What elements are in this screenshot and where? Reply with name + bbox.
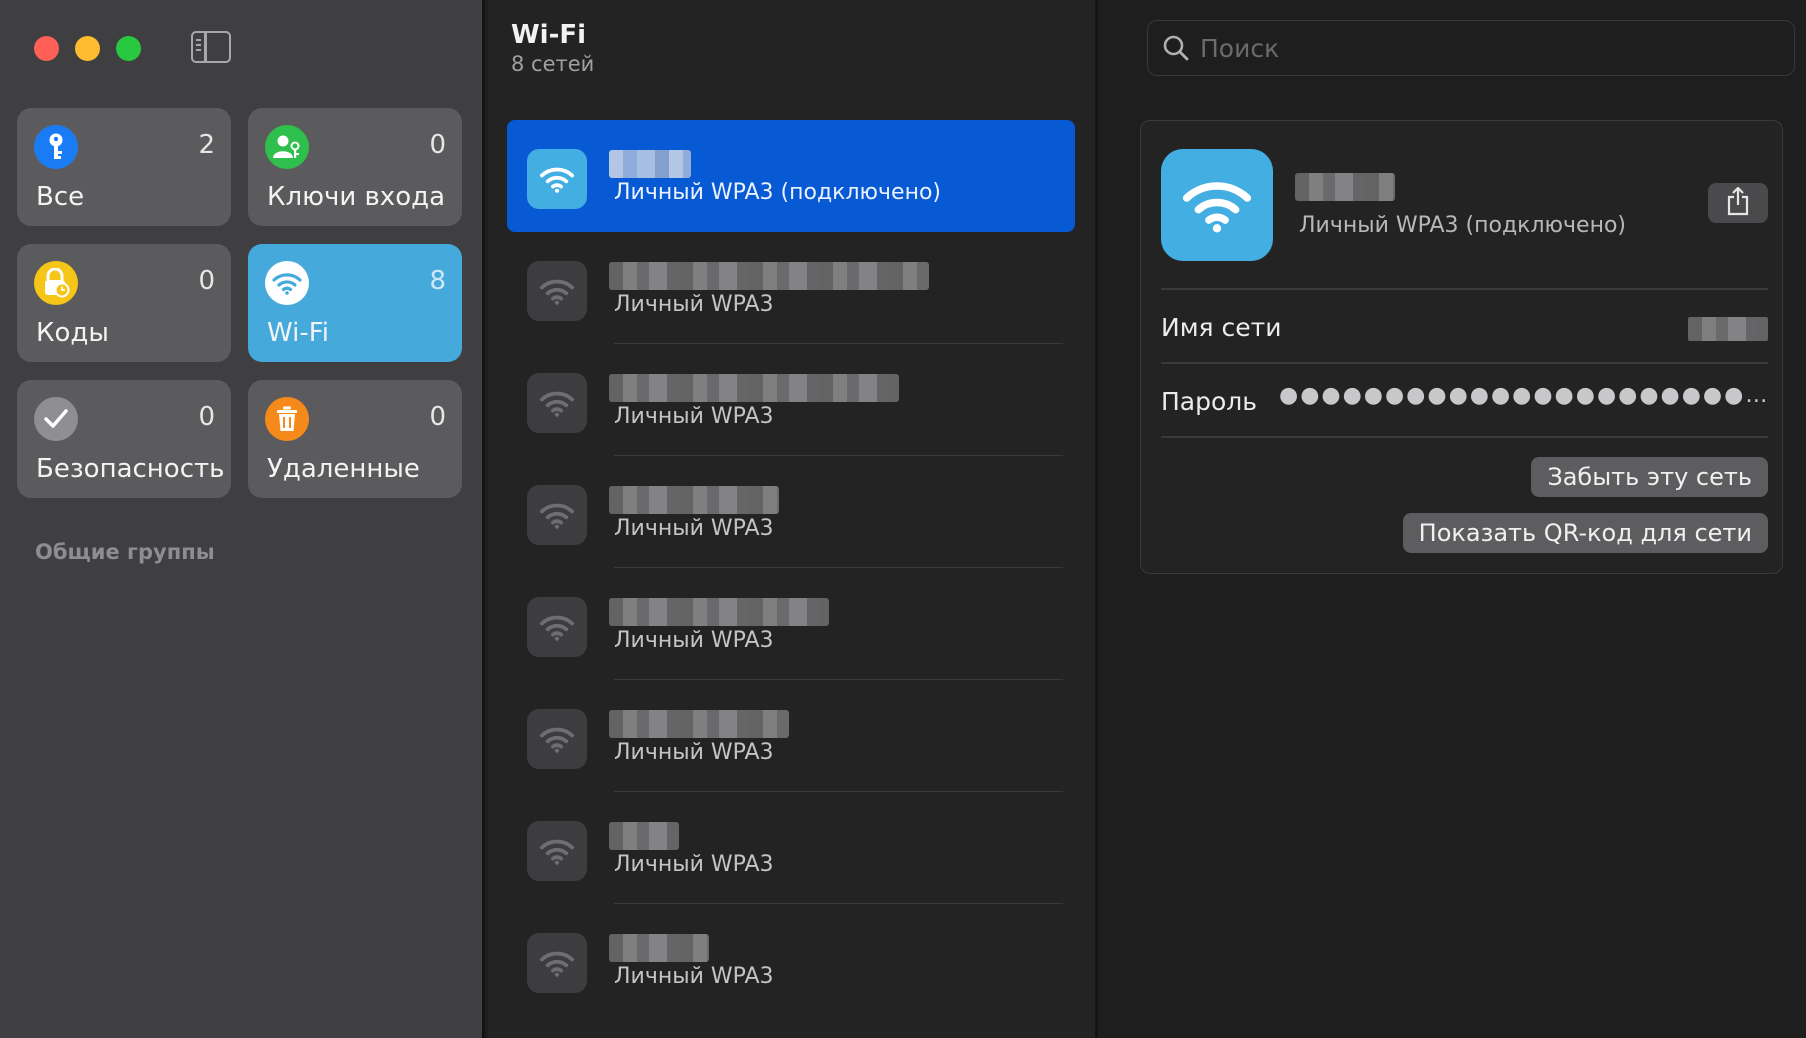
wifi-icon [1161, 149, 1273, 261]
network-row[interactable]: Личный WPA3 [507, 680, 1075, 792]
network-security-type: Личный WPA3 [614, 516, 774, 541]
wifi-icon [527, 597, 587, 657]
category-label: Безопасность [36, 454, 225, 484]
category-count: 0 [429, 130, 446, 160]
network-security-type: Личный WPA3 (подключено) [1299, 213, 1627, 238]
network-security-type: Личный WPA3 [614, 964, 774, 989]
password-value[interactable]: ●●●●●●●●●●●●●●●●●●●●●●●●●●●●●●●●●●●●●● [1279, 383, 1768, 408]
category-label: Удаленные [267, 454, 420, 484]
network-row-selected[interactable]: Личный WPA3 (подключено) [507, 120, 1075, 232]
network-name-redacted [609, 822, 679, 850]
lock-clock-icon [34, 261, 78, 305]
search-input[interactable] [1200, 21, 1780, 75]
category-security-tile[interactable]: 0 Безопасность [17, 380, 231, 498]
network-security-type: Личный WPA3 [614, 404, 774, 429]
wifi-icon [527, 821, 587, 881]
category-label: Все [36, 182, 85, 212]
passwords-window: 2 Все 0 Ключи входа 0 Коды 8 Wi-Fi 0 Без… [0, 0, 1806, 1038]
list-title: Wi-Fi [511, 20, 587, 50]
wifi-icon [527, 933, 587, 993]
category-passkeys-tile[interactable]: 0 Ключи входа [248, 108, 462, 226]
category-count: 2 [198, 130, 215, 160]
category-label: Ключи входа [267, 182, 446, 212]
category-label: Wi-Fi [267, 318, 330, 348]
category-codes-tile[interactable]: 0 Коды [17, 244, 231, 362]
network-row[interactable]: Личный WPA3 [507, 344, 1075, 456]
network-name-redacted [1295, 173, 1395, 201]
network-row[interactable]: Личный WPA3 [507, 792, 1075, 904]
network-name-redacted [609, 150, 691, 178]
sidebar: 2 Все 0 Ключи входа 0 Коды 8 Wi-Fi 0 Без… [0, 0, 485, 1038]
network-security-type: Личный WPA3 (подключено) [614, 180, 942, 205]
share-button[interactable] [1708, 183, 1768, 223]
wifi-icon [527, 709, 587, 769]
network-name-label: Имя сети [1161, 313, 1282, 342]
network-detail-card: Личный WPA3 (подключено) Имя сети Пароль… [1140, 120, 1783, 574]
network-row[interactable]: Личный WPA3 [507, 904, 1075, 1016]
person-key-icon [265, 125, 309, 169]
network-security-type: Личный WPA3 [614, 852, 774, 877]
network-security-type: Личный WPA3 [614, 740, 774, 765]
wifi-icon [527, 261, 587, 321]
search-icon [1162, 34, 1190, 66]
forget-network-button[interactable]: Забыть эту сеть [1531, 457, 1768, 497]
network-row[interactable]: Личный WPA3 [507, 568, 1075, 680]
network-security-type: Личный WPA3 [614, 292, 774, 317]
network-list-panel: Wi-Fi 8 сетей Личный WPA3 (подключено) Л… [488, 0, 1098, 1038]
category-count: 0 [198, 402, 215, 432]
close-window-button[interactable] [34, 36, 59, 61]
window-controls [34, 36, 141, 61]
card-divider [1161, 362, 1768, 364]
minimize-window-button[interactable] [75, 36, 100, 61]
card-divider [1161, 436, 1768, 438]
trash-icon [265, 397, 309, 441]
checkmark-icon [34, 397, 78, 441]
password-label: Пароль [1161, 387, 1257, 416]
network-name-redacted [609, 486, 779, 514]
category-all-tile[interactable]: 2 Все [17, 108, 231, 226]
network-name-redacted [609, 710, 789, 738]
network-name-redacted [609, 934, 709, 962]
category-count: 0 [429, 402, 446, 432]
shared-groups-heading: Общие группы [35, 540, 215, 564]
wifi-icon [527, 373, 587, 433]
show-qr-code-button[interactable]: Показать QR-код для сети [1402, 513, 1768, 553]
network-row[interactable]: Личный WPA3 [507, 232, 1075, 344]
wifi-icon [265, 261, 309, 305]
wifi-icon [527, 149, 587, 209]
share-icon [1725, 186, 1751, 220]
zoom-window-button[interactable] [116, 36, 141, 61]
network-name-redacted [609, 262, 929, 290]
wifi-icon [527, 485, 587, 545]
network-row[interactable]: Личный WPA3 [507, 456, 1075, 568]
network-name-redacted [609, 598, 829, 626]
network-name-value-redacted[interactable] [1688, 317, 1768, 341]
category-count: 8 [429, 266, 446, 296]
key-icon [34, 125, 78, 169]
category-label: Коды [36, 318, 109, 348]
sidebar-toggle-icon[interactable] [191, 31, 231, 63]
search-field[interactable] [1147, 20, 1795, 76]
network-security-type: Личный WPA3 [614, 628, 774, 653]
network-detail-panel: Личный WPA3 (подключено) Имя сети Пароль… [1101, 0, 1806, 1038]
network-name-redacted [609, 374, 899, 402]
category-wifi-tile[interactable]: 8 Wi-Fi [248, 244, 462, 362]
card-divider [1161, 288, 1768, 290]
category-count: 0 [198, 266, 215, 296]
list-count: 8 сетей [511, 52, 595, 76]
category-deleted-tile[interactable]: 0 Удаленные [248, 380, 462, 498]
